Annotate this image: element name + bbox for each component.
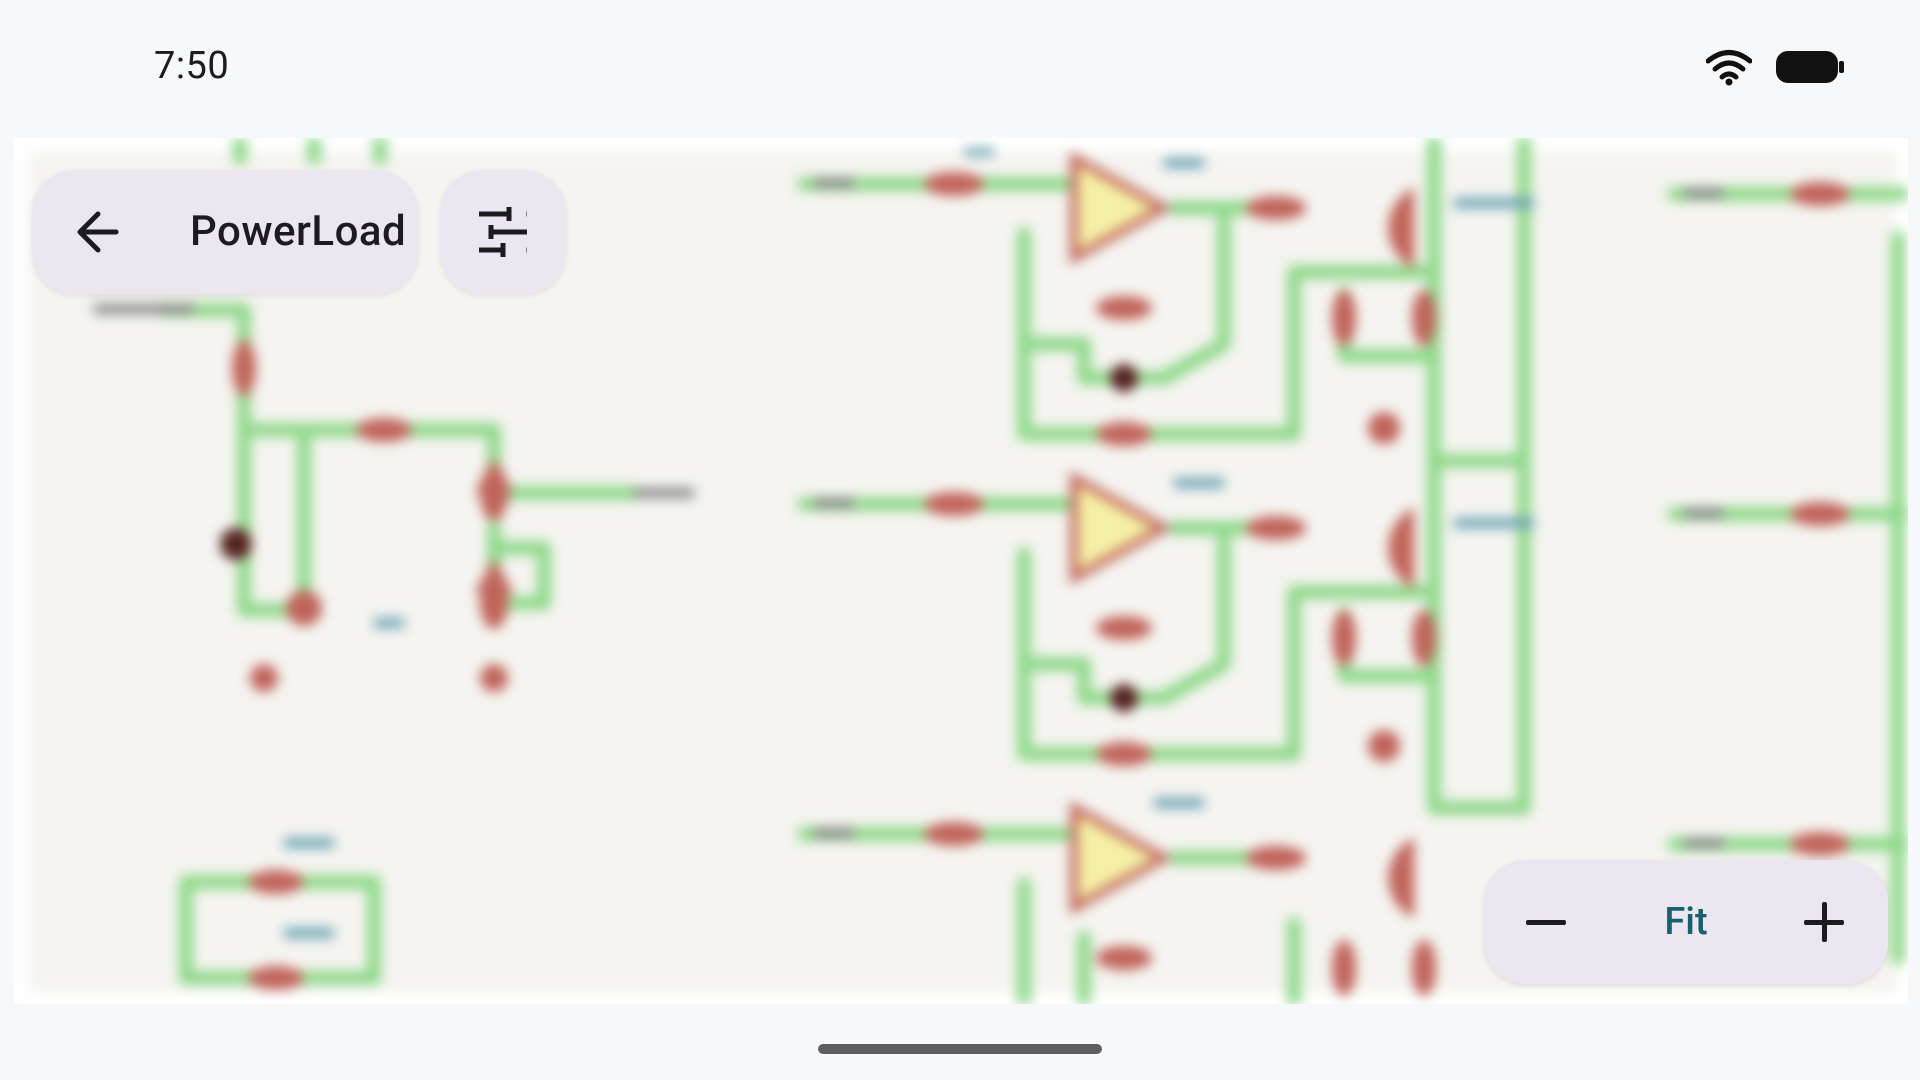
app-screen: 7:50 PowerLoad Fit bbox=[0, 0, 1920, 1080]
tune-sliders-icon bbox=[479, 207, 527, 257]
wifi-icon bbox=[1706, 50, 1752, 86]
zoom-controls: Fit bbox=[1484, 860, 1888, 984]
zoom-out-button[interactable] bbox=[1504, 882, 1588, 962]
status-time: 7:50 bbox=[154, 44, 230, 88]
title-pill: PowerLoad bbox=[32, 170, 418, 294]
page-title: PowerLoad bbox=[190, 207, 407, 256]
zoom-fit-button[interactable]: Fit bbox=[1614, 860, 1758, 984]
status-bar: 7:50 bbox=[0, 0, 1920, 136]
battery-icon bbox=[1776, 51, 1844, 83]
zoom-in-button[interactable] bbox=[1782, 882, 1866, 962]
filter-settings-button[interactable] bbox=[440, 170, 566, 294]
home-indicator[interactable] bbox=[818, 1044, 1102, 1054]
status-icons bbox=[1706, 48, 1846, 86]
arrow-back-icon[interactable] bbox=[70, 204, 126, 260]
